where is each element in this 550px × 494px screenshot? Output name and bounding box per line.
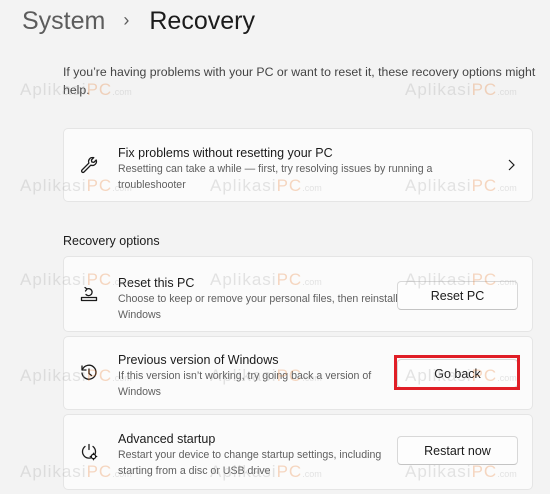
advanced-startup-card: Advanced startup Restart your device to … [63, 414, 533, 490]
page-title: Recovery [149, 6, 255, 35]
recovery-options-heading: Recovery options [63, 234, 160, 248]
reset-pc-description: Choose to keep or remove your personal f… [118, 293, 398, 321]
previous-version-description: If this version isn’t working, try going… [118, 370, 372, 398]
fix-problems-title: Fix problems without resetting your PC [118, 146, 333, 160]
fix-problems-card[interactable]: Fix problems without resetting your PC R… [63, 128, 533, 202]
reset-pc-title: Reset this PC [118, 276, 195, 290]
chevron-right-icon [506, 158, 516, 172]
restart-now-button[interactable]: Restart now [397, 436, 518, 465]
breadcrumb-chevron-icon: › [123, 9, 130, 30]
previous-version-title: Previous version of Windows [118, 353, 279, 367]
reset-pc-card: Reset this PC Choose to keep or remove y… [63, 256, 533, 332]
intro-text: If you’re having problems with your PC o… [63, 65, 536, 97]
advanced-startup-title: Advanced startup [118, 432, 216, 446]
breadcrumb-system-link[interactable]: System [22, 7, 105, 36]
go-back-button[interactable]: Go back [397, 359, 518, 388]
reset-pc-icon [78, 283, 100, 305]
reset-pc-button[interactable]: Reset PC [397, 281, 518, 310]
history-icon [78, 362, 100, 384]
breadcrumb: System › Recovery [22, 4, 255, 38]
advanced-startup-icon [78, 441, 100, 463]
previous-version-card: Previous version of Windows If this vers… [63, 336, 533, 410]
advanced-startup-description: Restart your device to change startup se… [118, 449, 382, 477]
fix-problems-description: Resetting can take a while — first, try … [118, 163, 433, 191]
wrench-icon [78, 154, 100, 176]
